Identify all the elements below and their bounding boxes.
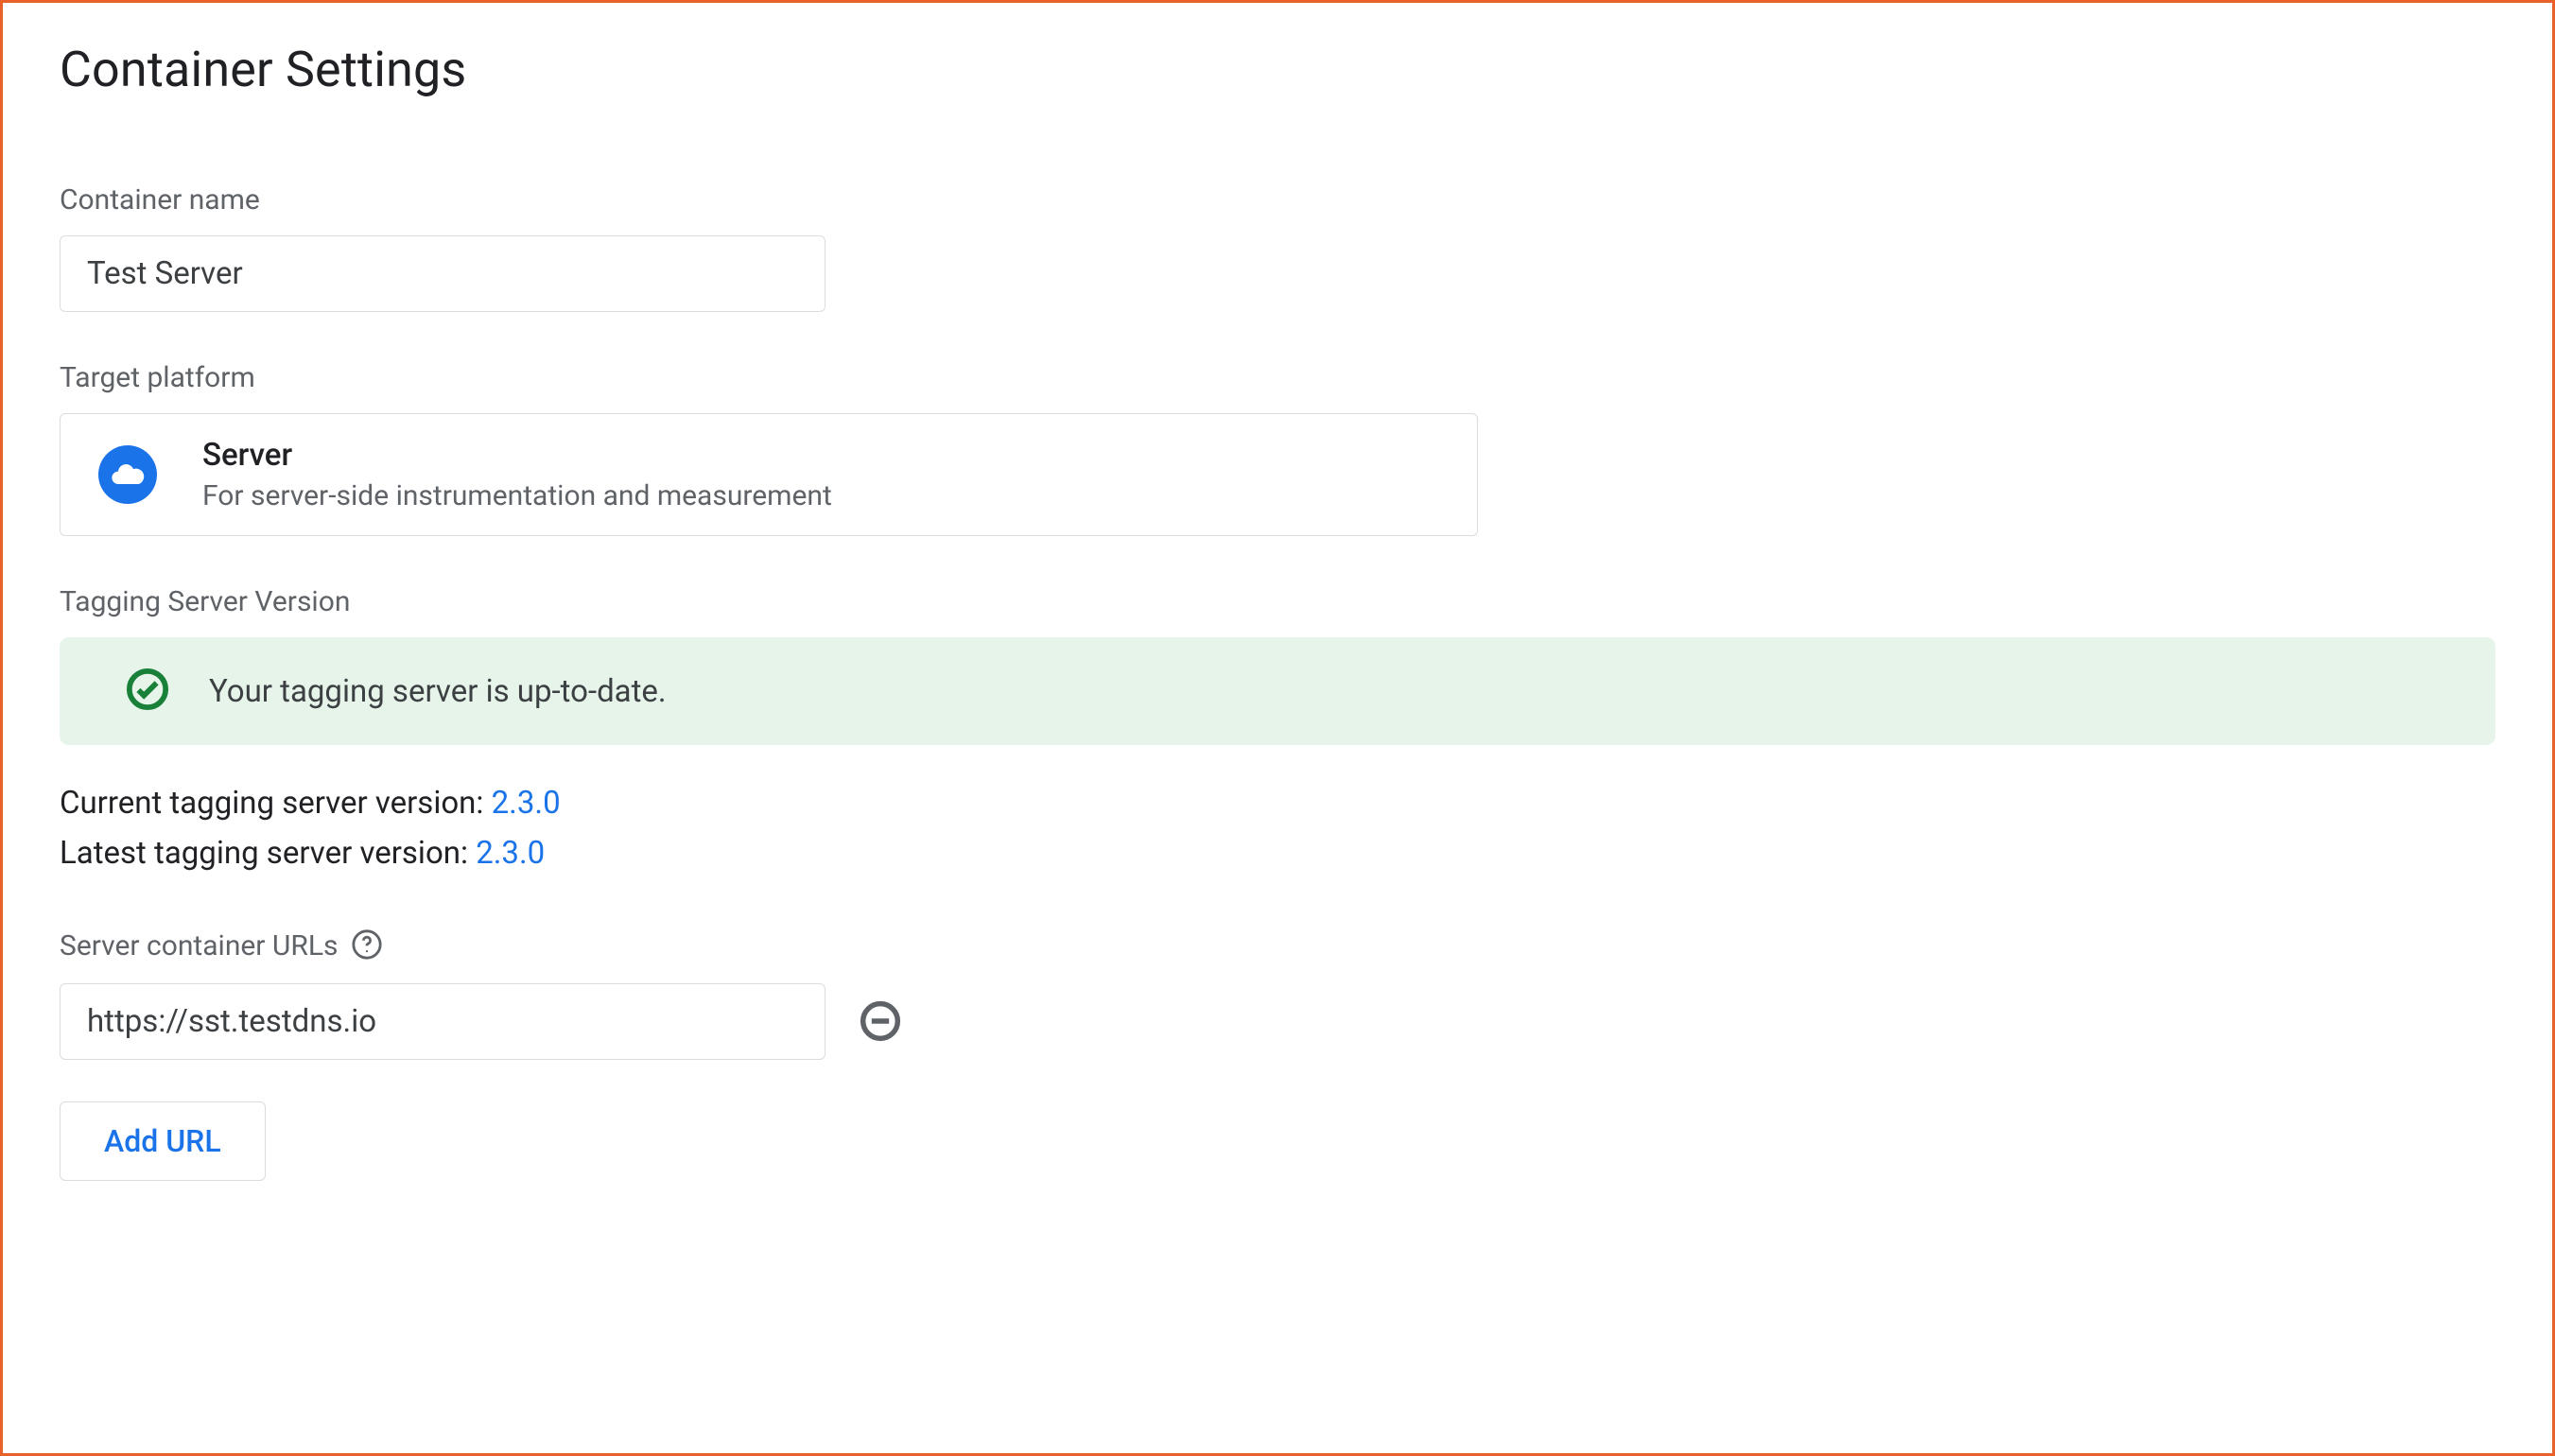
target-platform-description: For server-side instrumentation and meas… [202, 479, 832, 512]
target-platform-title: Server [202, 437, 832, 474]
latest-version-line: Latest tagging server version: 2.3.0 [60, 829, 2495, 879]
cloud-icon [98, 445, 157, 504]
container-name-label: Container name [60, 183, 2495, 217]
server-url-row [60, 983, 2495, 1060]
server-version-status-banner: Your tagging server is up-to-date. [60, 637, 2495, 745]
container-name-input[interactable] [60, 235, 826, 312]
latest-version-label: Latest tagging server version: [60, 835, 476, 872]
server-version-status-text: Your tagging server is up-to-date. [209, 673, 667, 710]
current-version-label: Current tagging server version: [60, 785, 492, 822]
container-settings-panel: Container Settings Container name Target… [0, 0, 2555, 1456]
remove-url-icon[interactable] [860, 1000, 901, 1042]
tagging-server-version-section: Tagging Server Version Your tagging serv… [60, 585, 2495, 879]
target-platform-section: Target platform Server For server-side i… [60, 361, 2495, 536]
current-version-line: Current tagging server version: 2.3.0 [60, 779, 2495, 829]
tagging-server-version-label: Tagging Server Version [60, 585, 2495, 618]
server-container-urls-section: Server container URLs Add URL [60, 928, 2495, 1181]
add-url-button[interactable]: Add URL [60, 1101, 266, 1181]
page-title: Container Settings [60, 41, 2495, 98]
target-platform-card[interactable]: Server For server-side instrumentation a… [60, 413, 1478, 536]
server-url-input[interactable] [60, 983, 826, 1060]
check-circle-icon [126, 667, 169, 715]
container-name-section: Container name [60, 183, 2495, 312]
server-container-urls-label: Server container URLs [60, 929, 338, 962]
target-platform-label: Target platform [60, 361, 2495, 394]
target-platform-text: Server For server-side instrumentation a… [202, 437, 832, 512]
help-icon[interactable] [351, 928, 383, 964]
latest-version-link[interactable]: 2.3.0 [476, 835, 545, 872]
current-version-link[interactable]: 2.3.0 [492, 785, 561, 822]
